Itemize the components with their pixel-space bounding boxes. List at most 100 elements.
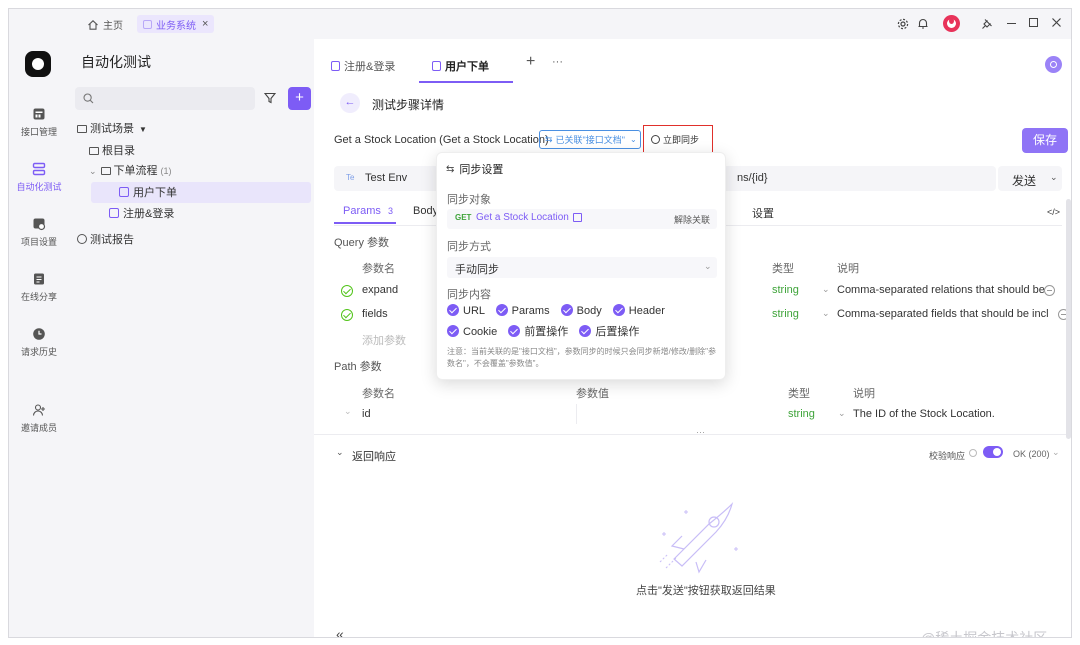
path-col-name: 参数名 <box>362 388 395 400</box>
unlink-button[interactable]: 解除关联 <box>674 213 710 226</box>
caret-down-icon: ▼ <box>139 125 147 134</box>
status-select[interactable]: OK (200) <box>1013 449 1050 459</box>
path-param-type[interactable]: string <box>788 408 815 420</box>
tab-register-login[interactable]: 注册&登录 <box>331 58 395 74</box>
drag-handle-icon[interactable]: ··· <box>696 427 705 437</box>
params-tab-indicator <box>334 222 396 224</box>
nav-project-settings[interactable]: 项目设置 <box>9 217 69 248</box>
back-button[interactable]: ← <box>340 93 360 113</box>
rocket-illustration <box>654 494 744 577</box>
external-link-icon[interactable] <box>573 213 582 222</box>
nav-automation-label: 自动化测试 <box>16 182 62 192</box>
test-case-icon <box>331 61 340 71</box>
chevron-down-icon[interactable]: ⌄ <box>336 447 344 458</box>
search-input[interactable] <box>75 87 255 110</box>
sync-settings-popup: ⇆ 同步设置 同步对象 GET Get a Stock Location 解除关… <box>436 152 726 380</box>
sync-mode-select[interactable]: 手动同步 ⌄ <box>447 257 717 278</box>
check-circle-icon[interactable] <box>341 285 353 297</box>
nav-online-share[interactable]: 在线分享 <box>9 272 69 303</box>
avatar[interactable] <box>943 15 960 32</box>
linked-doc-label: 已关联"接口文档" <box>555 135 625 145</box>
nav-automation[interactable]: 自动化测试 <box>9 162 69 193</box>
option-cookie-label: Cookie <box>463 326 498 338</box>
tree-scenes[interactable]: 测试场景 ▼ <box>77 119 147 139</box>
param-type[interactable]: string <box>772 308 799 320</box>
test-case-icon <box>109 208 119 218</box>
collapse-sidebar-button[interactable]: « <box>336 626 344 637</box>
share-icon <box>32 272 46 286</box>
sync-target-row[interactable]: GET Get a Stock Location 解除关联 <box>447 209 717 229</box>
tree-root-dir[interactable]: 根目录 <box>89 141 135 161</box>
scrollbar[interactable] <box>1066 199 1071 439</box>
table-row[interactable]: fields <box>341 308 388 323</box>
tree-panel: 自动化测试 + 测试场景 ▼ 根目录 ⌄ 下单流程 (1) 用户下单 注册&登录 测试… <box>69 39 314 637</box>
filter-icon[interactable] <box>264 92 276 104</box>
save-button[interactable]: 保存 <box>1022 128 1068 153</box>
search-icon <box>83 93 94 104</box>
checkbox-checked-icon <box>495 304 508 316</box>
tree-case-order[interactable]: 用户下单 <box>119 183 177 203</box>
maximize-icon[interactable] <box>1029 18 1038 27</box>
more-tabs-button[interactable]: ··· <box>552 56 563 68</box>
tree-case-login[interactable]: 注册&登录 <box>109 204 174 224</box>
biz-system-tab[interactable]: 业务系统 × <box>137 15 215 33</box>
nav-api-management[interactable]: 接口管理 <box>9 107 69 138</box>
tab-user-order-label: 用户下单 <box>445 61 489 73</box>
automation-icon <box>32 162 46 176</box>
send-button[interactable]: 发送 ⌄ <box>998 166 1062 191</box>
tree-report-label: 测试报告 <box>90 234 134 246</box>
remove-icon[interactable] <box>1044 285 1055 296</box>
param-type[interactable]: string <box>772 284 799 296</box>
path-col-value: 参数值 <box>576 388 609 400</box>
nav-invite-members[interactable]: 邀请成员 <box>9 403 69 434</box>
option-params-label: Params <box>511 305 550 317</box>
panel-splitter[interactable] <box>314 434 1071 435</box>
nav-request-history[interactable]: 请求历史 <box>9 327 69 358</box>
popup-title: 同步设置 <box>459 164 504 176</box>
url-path: ns/{id} <box>737 172 768 184</box>
minimize-icon[interactable] <box>1007 23 1016 25</box>
table-row[interactable]: expand <box>341 284 398 299</box>
option-pre-ops[interactable]: 前置操作 <box>508 325 568 338</box>
option-header[interactable]: Header <box>612 304 665 317</box>
tab-body[interactable]: Body <box>413 205 438 217</box>
empty-hint: 点击"发送"按钮获取返回结果 <box>636 585 776 597</box>
active-tab-indicator <box>419 81 513 83</box>
status-dot[interactable] <box>1045 56 1062 73</box>
check-circle-icon[interactable] <box>341 309 353 321</box>
settings-icon <box>32 217 46 231</box>
tab-params[interactable]: Params 3 <box>343 205 393 217</box>
tab-settings[interactable]: 设置 <box>752 205 774 221</box>
tree-folder-order[interactable]: ⌄ 下单流程 (1) <box>89 161 172 181</box>
watermark: @稀土掘金技术社区 <box>921 630 1048 638</box>
bell-icon[interactable] <box>917 17 929 30</box>
code-icon[interactable]: </> <box>1047 207 1060 217</box>
link-icon: ⇆ <box>545 134 553 144</box>
tab-user-order[interactable]: 用户下单 <box>432 58 489 74</box>
option-post-ops[interactable]: 后置操作 <box>579 325 639 338</box>
sync-note: 注意：当前关联的是"接口文档"，参数同步的时候只会同步新增/修改/删除"参数名"… <box>447 347 716 368</box>
sync-target-link[interactable]: Get a Stock Location <box>476 212 569 223</box>
tree-report[interactable]: 测试报告 <box>77 230 134 250</box>
chevron-down-icon: ⌄ <box>344 406 352 416</box>
option-body[interactable]: Body <box>560 304 602 317</box>
linked-doc-dropdown[interactable]: ⇆ 已关联"接口文档" ⌄ <box>539 130 641 149</box>
api-icon <box>32 107 46 121</box>
path-param-value-input[interactable] <box>576 404 776 424</box>
add-button[interactable]: + <box>288 87 311 110</box>
option-params[interactable]: Params <box>495 304 550 317</box>
path-param-name: id <box>362 408 371 420</box>
option-cookie[interactable]: Cookie <box>447 325 498 338</box>
verify-toggle[interactable] <box>983 446 1003 458</box>
close-tab-icon[interactable]: × <box>202 18 208 30</box>
option-url[interactable]: URL <box>447 304 485 317</box>
tree-folder-count: (1) <box>160 166 172 176</box>
close-icon[interactable] <box>1051 17 1062 28</box>
gear-icon[interactable] <box>897 18 909 30</box>
pin-icon[interactable] <box>981 18 993 30</box>
add-tab-button[interactable]: + <box>526 53 535 71</box>
home-tab[interactable]: 主页 <box>87 17 123 32</box>
api-name: Get a Stock Location (Get a Stock Locati… <box>334 134 549 146</box>
chevron-down-icon: ⌄ <box>629 135 637 144</box>
add-param-input[interactable]: 添加参数 <box>362 332 406 348</box>
